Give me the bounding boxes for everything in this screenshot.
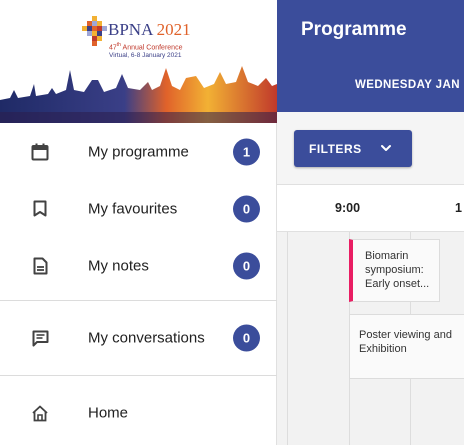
logo-year: 2021	[156, 20, 191, 39]
city-skyline-illustration	[0, 66, 277, 123]
session-title-line: Early onset...	[365, 278, 430, 290]
bookmark-icon	[30, 199, 50, 219]
document-icon	[30, 256, 50, 276]
session-title-line: Biomarin	[365, 250, 409, 262]
side-drawer: BPNA 2021 47th Annual Conference Virtual…	[0, 0, 277, 445]
sidebar-item-label: My favourites	[88, 200, 178, 217]
divider	[0, 300, 277, 301]
page-title: Programme	[301, 19, 407, 40]
sidebar-item-home[interactable]: Home	[0, 382, 277, 444]
time-slot-label: 1	[455, 201, 462, 215]
sidebar-item-my-programme[interactable]: My programme 1	[0, 123, 277, 180]
chat-icon	[30, 328, 50, 348]
grid-line	[287, 232, 288, 445]
count-badge: 0	[233, 252, 260, 279]
logo-subtitle: 47th Annual Conference	[109, 42, 182, 51]
sidebar-item-my-favourites[interactable]: My favourites 0	[0, 180, 277, 237]
logo-ordinal: 47	[109, 44, 117, 52]
app-root: BPNA 2021 47th Annual Conference Virtual…	[0, 0, 464, 445]
programme-panel: Programme WEDNESDAY JAN FILTERS 9:00 1 B…	[277, 0, 464, 445]
sidebar-item-label: My notes	[88, 257, 149, 274]
sidebar-nav: My programme 1 My favourites 0 My notes …	[0, 123, 277, 444]
sidebar-item-label: My programme	[88, 143, 189, 160]
logo-subtitle-text: Annual Conference	[122, 44, 183, 52]
count-badge: 1	[233, 138, 260, 165]
logo-name: BPNA	[108, 20, 153, 39]
logo-dates: Virtual, 6-8 January 2021	[109, 52, 182, 59]
app-bar: Programme WEDNESDAY JAN	[277, 0, 464, 112]
session-title-line: Exhibition	[359, 343, 407, 355]
home-icon	[30, 403, 50, 423]
sidebar-item-label: My conversations	[88, 329, 205, 347]
pixel-mosaic-icon	[82, 16, 107, 46]
chevron-down-icon	[381, 145, 391, 151]
sidebar-item-label: Home	[88, 404, 129, 422]
sidebar-item-my-conversations[interactable]: My conversations 0	[0, 307, 277, 369]
session-title-line: symposium:	[365, 264, 424, 276]
conference-banner: BPNA 2021 47th Annual Conference Virtual…	[0, 0, 277, 123]
time-slot-label: 9:00	[335, 201, 361, 215]
logo-ordinal-suffix: th	[116, 42, 121, 48]
tab-day[interactable]: WEDNESDAY JAN	[355, 79, 460, 91]
filters-button[interactable]: FILTERS	[294, 130, 412, 167]
session-title-line: Poster viewing and	[359, 329, 452, 341]
calendar-icon	[30, 142, 50, 162]
divider	[0, 375, 277, 376]
session-card[interactable]: Biomarin symposium: Early onset...	[349, 239, 440, 302]
logo-title: BPNA 2021	[108, 20, 191, 40]
sidebar-item-my-notes[interactable]: My notes 0	[0, 237, 277, 294]
timeline-header: 9:00 1	[277, 184, 464, 232]
count-badge: 0	[233, 195, 260, 222]
session-card[interactable]: Poster viewing and Exhibition	[349, 314, 464, 379]
filters-label: FILTERS	[309, 141, 362, 156]
count-badge: 0	[233, 324, 260, 352]
